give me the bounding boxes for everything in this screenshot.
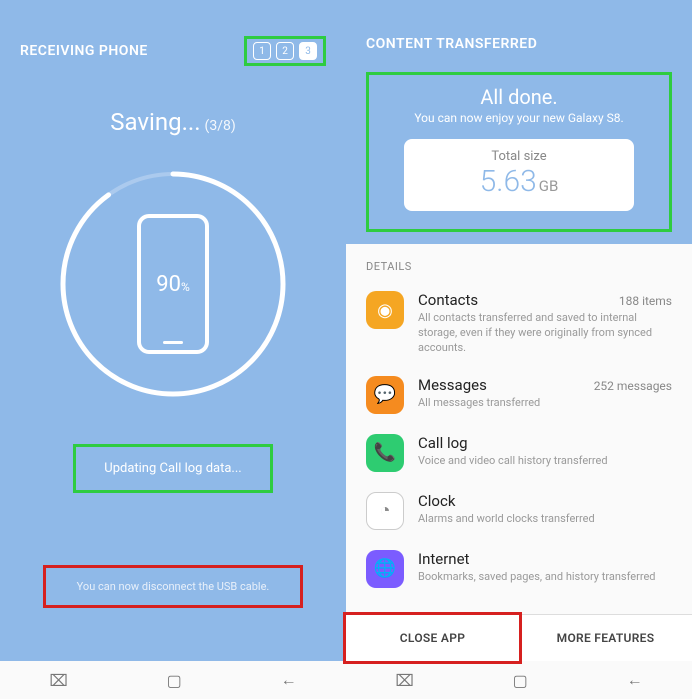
recent-apps-icon[interactable]: ⌧	[49, 671, 67, 690]
detail-item-phone[interactable]: 📞 Call log Voice and video call history tr…	[346, 424, 692, 482]
percent-value: 90	[156, 272, 181, 297]
item-title: Call log	[418, 434, 468, 452]
back-icon[interactable]: ←	[627, 670, 643, 690]
item-desc: Bookmarks, saved pages, and history tran…	[418, 570, 672, 585]
disconnect-message: You can now disconnect the USB cable.	[43, 565, 303, 608]
item-title: Contacts	[418, 291, 478, 309]
item-desc: Voice and video call history transferred	[418, 454, 672, 469]
saving-count: (3/8)	[205, 118, 236, 134]
close-app-button[interactable]: CLOSE APP	[343, 612, 522, 664]
size-unit: GB	[539, 177, 559, 195]
size-value: 5.63	[480, 164, 537, 199]
clock-icon: ◔	[366, 492, 404, 530]
step-2: 2	[276, 42, 294, 60]
percent-sign: %	[181, 280, 190, 294]
receiving-phone-screen: RECEIVING PHONE 1 2 3 Saving... (3/8) 90…	[0, 0, 346, 699]
item-desc: Alarms and world clocks transferred	[418, 512, 672, 527]
done-subtitle: You can now enjoy your new Galaxy S8.	[383, 111, 655, 125]
progress-circle: 90%	[53, 164, 293, 404]
item-desc: All contacts transferred and saved to in…	[418, 311, 672, 356]
back-icon[interactable]: ←	[281, 670, 297, 690]
detail-item-globe[interactable]: 🌐 Internet Bookmarks, saved pages, and his…	[346, 540, 692, 598]
item-desc: All messages transferred	[418, 396, 672, 411]
more-features-button[interactable]: MORE FEATURES	[519, 615, 692, 661]
details-section: DETAILS ◉ Contacts 188 items All contacts t…	[346, 244, 692, 614]
details-label: DETAILS	[346, 260, 692, 281]
phone-icon: 📞	[366, 434, 404, 472]
recent-apps-icon[interactable]: ⌧	[395, 671, 413, 690]
content-transferred-title: CONTENT TRANSFERRED	[366, 36, 672, 52]
saving-status: Saving... (3/8)	[0, 108, 346, 136]
detail-item-messages[interactable]: 💬 Messages 252 messages All messages transf…	[346, 366, 692, 424]
globe-icon: 🌐	[366, 550, 404, 588]
done-title: All done.	[383, 85, 655, 109]
messages-icon: 💬	[366, 376, 404, 414]
detail-item-contacts[interactable]: ◉ Contacts 188 items All contacts transferr…	[346, 281, 692, 366]
step-indicator: 1 2 3	[244, 36, 326, 66]
item-count: 252 messages	[594, 379, 672, 393]
step-1: 1	[253, 42, 271, 60]
detail-item-clock[interactable]: ◔ Clock Alarms and world clocks transferre…	[346, 482, 692, 540]
bottom-action-bar: CLOSE APP MORE FEATURES	[346, 614, 692, 661]
total-size-card: Total size 5.63GB	[404, 139, 634, 211]
content-transferred-screen: CONTENT TRANSFERRED All done. You can no…	[346, 0, 692, 699]
receiving-phone-title: RECEIVING PHONE	[20, 43, 148, 59]
step-3: 3	[299, 42, 317, 60]
android-navbar-right: ⌧ ▢ ←	[346, 661, 692, 699]
update-status: Updating Call log data...	[73, 444, 273, 493]
item-count: 188 items	[619, 294, 672, 308]
size-label: Total size	[404, 149, 634, 164]
home-icon[interactable]: ▢	[167, 671, 182, 690]
phone-outline-icon: 90%	[137, 214, 209, 354]
contacts-icon: ◉	[366, 291, 404, 329]
android-navbar-left: ⌧ ▢ ←	[0, 661, 346, 699]
saving-label: Saving...	[110, 108, 200, 136]
home-icon[interactable]: ▢	[513, 671, 528, 690]
item-title: Messages	[418, 376, 487, 394]
item-title: Internet	[418, 550, 469, 568]
done-summary: All done. You can now enjoy your new Gal…	[366, 72, 672, 232]
item-title: Clock	[418, 492, 455, 510]
